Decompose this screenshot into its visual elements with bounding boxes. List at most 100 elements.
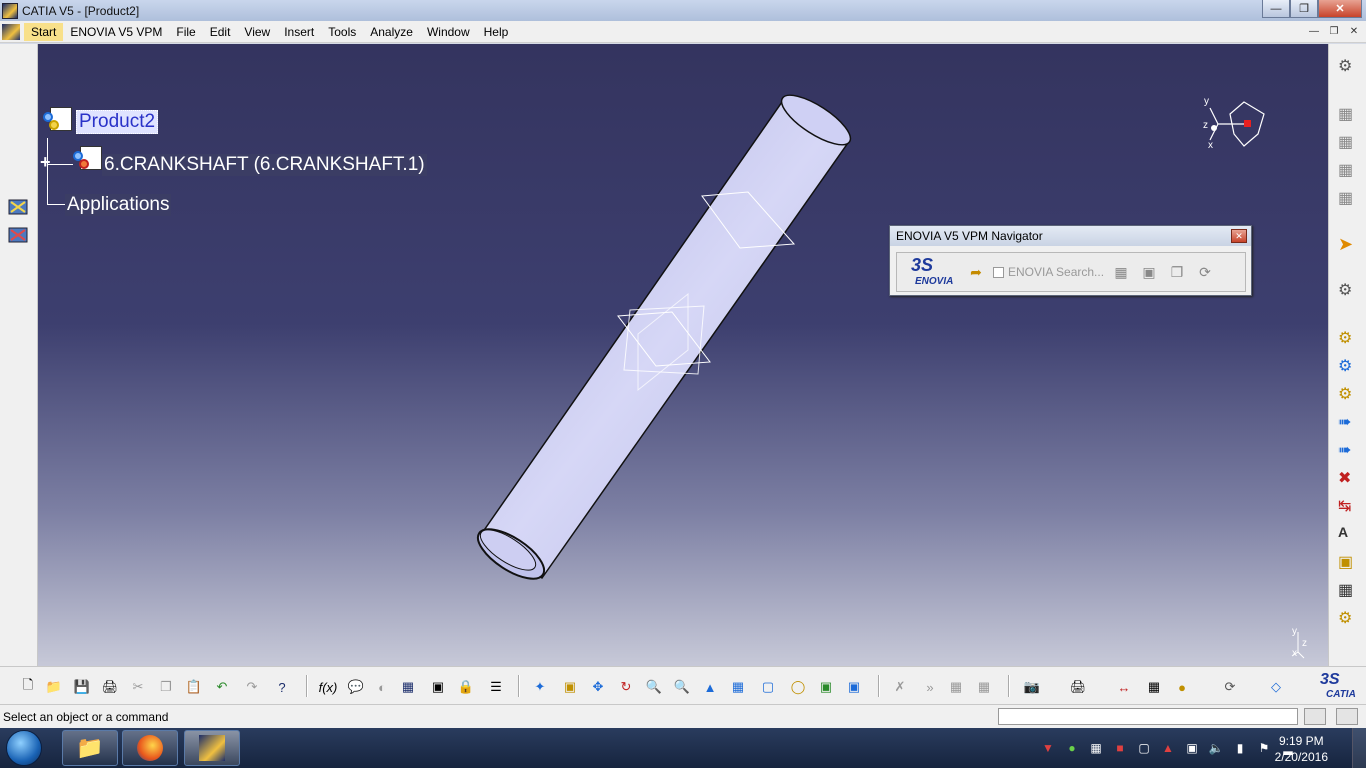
save-icon[interactable]: 💾: [72, 677, 92, 697]
copy-vpm-icon[interactable]: ❐: [1166, 261, 1188, 283]
product-structure-icon[interactable]: ⚙: [1338, 56, 1360, 78]
rotate-icon[interactable]: ↻: [616, 677, 636, 697]
measure-between-icon[interactable]: ↔: [1114, 677, 1134, 697]
walk-mode-icon[interactable]: [7, 224, 29, 246]
scenes-icon[interactable]: ▣: [1338, 552, 1360, 574]
offset-constraint-icon[interactable]: ➠: [1338, 412, 1360, 434]
multi-view-icon[interactable]: ▦: [728, 677, 748, 697]
connect-icon[interactable]: ➦: [965, 261, 987, 283]
fly-icon[interactable]: ✦: [530, 677, 550, 697]
select-arrow-icon[interactable]: ➤: [1338, 234, 1360, 256]
catia-taskbar-button[interactable]: [184, 730, 240, 766]
fix-component-icon[interactable]: ⚙: [1338, 356, 1360, 378]
tree-node-applications[interactable]: Applications: [65, 194, 172, 216]
security-lock-icon[interactable]: 🔒: [456, 677, 476, 697]
update-all-icon[interactable]: ⟳: [1220, 677, 1240, 697]
close-button[interactable]: ✕: [1318, 0, 1362, 18]
pan-icon[interactable]: ✥: [588, 677, 608, 697]
fit-all-icon[interactable]: ▣: [560, 677, 580, 697]
menu-file[interactable]: File: [169, 23, 202, 41]
media-icon[interactable]: ■: [1112, 740, 1128, 756]
table-icon[interactable]: ▦: [398, 677, 418, 697]
save-vpm-icon[interactable]: ▣: [1138, 261, 1160, 283]
redo-icon[interactable]: ↷: [242, 677, 262, 697]
copy-icon[interactable]: ❐: [156, 677, 176, 697]
zoom-out-icon[interactable]: 🔍: [672, 677, 692, 697]
3d-viewport[interactable]: Product2 + 6.CRANKSHAFT (6.CRANKSHAFT.1)…: [38, 44, 1328, 666]
fly-mode-icon[interactable]: [7, 196, 29, 218]
contact-constraint-icon[interactable]: ⚙: [1338, 384, 1360, 406]
catia-menu-icon[interactable]: [2, 23, 20, 40]
update-icon[interactable]: ↹: [1338, 496, 1360, 518]
zoom-in-icon[interactable]: 🔍: [644, 677, 664, 697]
constraint-icon[interactable]: ⚙: [1338, 328, 1360, 350]
minimize-button[interactable]: —: [1262, 0, 1290, 18]
hide-show-icon[interactable]: ▣: [816, 677, 836, 697]
tree-root-product2[interactable]: Product2: [76, 110, 159, 134]
volume-icon[interactable]: 🔈: [1208, 740, 1224, 756]
normal-view-icon[interactable]: ▲: [700, 677, 720, 697]
show-desktop-button[interactable]: [1352, 728, 1366, 768]
utorrent-icon[interactable]: ●: [1064, 740, 1080, 756]
distance-icon[interactable]: ▦: [946, 677, 966, 697]
insert-component-icon[interactable]: ▦: [1338, 104, 1360, 126]
insert-product-icon[interactable]: ▦: [1338, 132, 1360, 154]
exploded-view-icon[interactable]: ▦: [1338, 580, 1360, 602]
sectioning-icon[interactable]: »: [920, 677, 940, 697]
undo-icon[interactable]: ↶: [212, 677, 232, 697]
band-analysis-icon[interactable]: ▦: [974, 677, 994, 697]
battery-icon[interactable]: ▮: [1232, 740, 1248, 756]
insert-part-icon[interactable]: ▦: [1338, 160, 1360, 182]
antivirus-icon[interactable]: ▼: [1040, 740, 1056, 756]
lock-icon[interactable]: ◐: [372, 677, 392, 697]
restore-button[interactable]: ❐: [1290, 0, 1318, 18]
doc-minimize-button[interactable]: —: [1306, 24, 1322, 38]
firefox-taskbar-button[interactable]: [122, 730, 178, 766]
clash-icon[interactable]: ✗: [890, 677, 910, 697]
menu-enovia[interactable]: ENOVIA V5 VPM: [63, 23, 169, 41]
navigator-close-button[interactable]: ✕: [1231, 229, 1247, 243]
enovia-navigator-window[interactable]: ENOVIA V5 VPM Navigator ✕ 3S ENOVIA ➦ EN…: [889, 225, 1252, 296]
network-app-icon[interactable]: ▦: [1088, 740, 1104, 756]
expand-node-icon[interactable]: +: [40, 153, 56, 171]
crankshaft-part[interactable]: [38, 44, 1328, 666]
manipulate-icon[interactable]: ⚙: [1338, 280, 1360, 302]
start-orb-icon[interactable]: [6, 730, 42, 766]
menu-window[interactable]: Window: [420, 23, 477, 41]
command-button-1[interactable]: [1304, 708, 1326, 725]
menu-analyze[interactable]: Analyze: [363, 23, 420, 41]
enovia-logo-icon[interactable]: 3S ENOVIA: [907, 255, 959, 289]
print-icon[interactable]: 🖨: [100, 677, 120, 697]
command-input[interactable]: [998, 708, 1298, 725]
catalog-browser-icon[interactable]: 🖨: [1068, 677, 1088, 697]
explorer-taskbar-button[interactable]: 📁: [62, 730, 118, 766]
paste-icon[interactable]: 📋: [184, 677, 204, 697]
part-design-icon[interactable]: ◇: [1266, 677, 1286, 697]
command-button-2[interactable]: [1336, 708, 1358, 725]
refresh-vpm-icon[interactable]: ⟳: [1194, 261, 1216, 283]
measure-item-icon[interactable]: ▦: [1144, 677, 1164, 697]
search-checkbox[interactable]: [993, 266, 1004, 278]
capture-camera-icon[interactable]: 📷: [1022, 677, 1042, 697]
display-icon[interactable]: ▣: [1184, 740, 1200, 756]
new-icon[interactable]: 🗋: [18, 677, 38, 697]
menu-help[interactable]: Help: [477, 23, 516, 41]
cut-icon[interactable]: ✂: [128, 677, 148, 697]
angle-constraint-icon[interactable]: ➠: [1338, 440, 1360, 462]
menu-insert[interactable]: Insert: [277, 23, 321, 41]
alert-icon[interactable]: ▲: [1160, 740, 1176, 756]
doc-close-button[interactable]: ✕: [1346, 24, 1362, 38]
open-icon[interactable]: 📁: [44, 677, 64, 697]
enovia-search-label[interactable]: ENOVIA Search...: [1008, 265, 1104, 279]
measure-inertia-icon[interactable]: ●: [1172, 677, 1192, 697]
monitor-icon[interactable]: ▢: [1136, 740, 1152, 756]
formula-icon[interactable]: f(x): [318, 677, 338, 697]
comment-icon[interactable]: 💬: [346, 677, 366, 697]
flag-icon[interactable]: ⚑: [1256, 740, 1272, 756]
part-icon[interactable]: [73, 146, 102, 170]
whats-this-icon[interactable]: ?: [272, 677, 292, 697]
existing-component-icon[interactable]: ▦: [1338, 188, 1360, 210]
reuse-pattern-icon[interactable]: ✖: [1338, 468, 1360, 490]
menu-edit[interactable]: Edit: [203, 23, 238, 41]
catalog-icon[interactable]: ▣: [428, 677, 448, 697]
